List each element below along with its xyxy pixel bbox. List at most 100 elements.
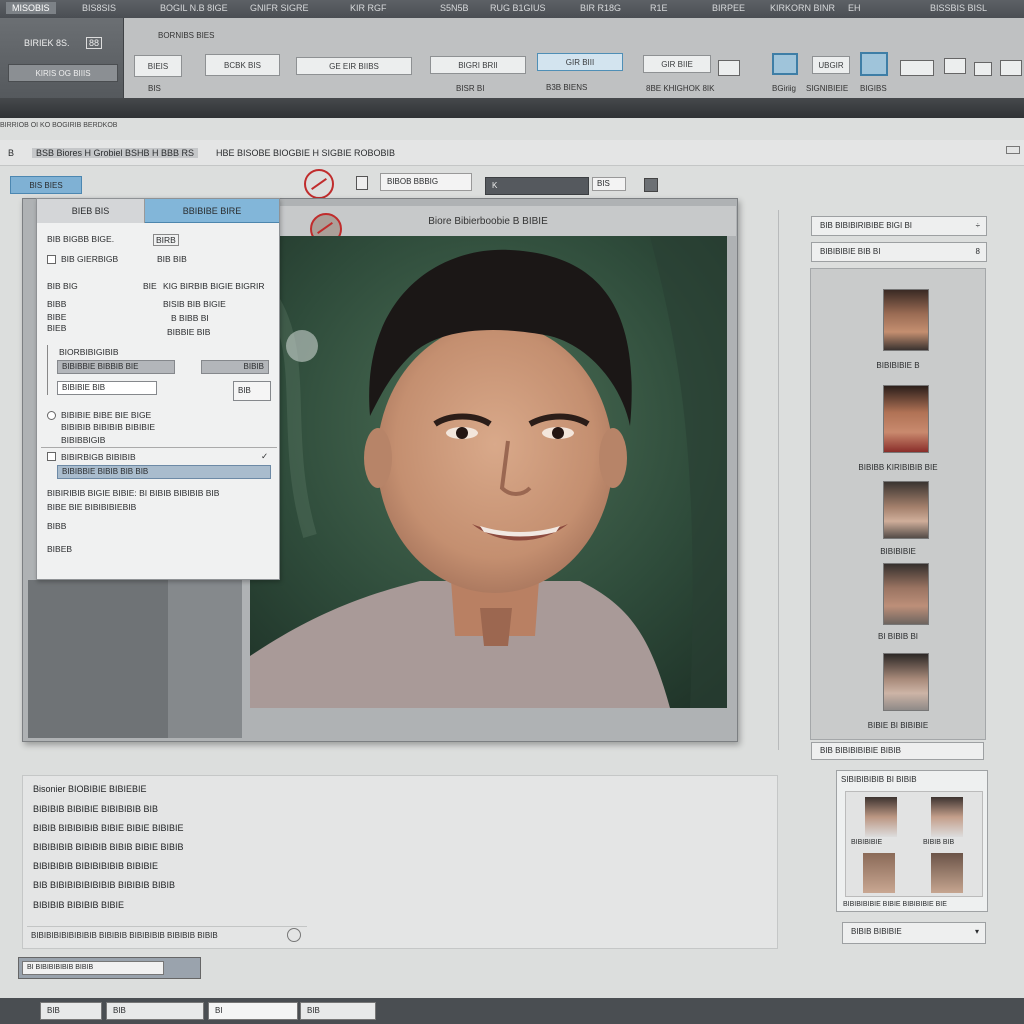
document-icon[interactable] [356, 176, 368, 190]
menu-item[interactable]: RUG B1GIUS [490, 3, 546, 13]
face-thumbnail[interactable] [931, 797, 963, 837]
setting-label: BIE [143, 281, 157, 291]
small-field[interactable]: BIS [592, 177, 626, 191]
setting-checkbox[interactable] [47, 255, 56, 264]
ribbon-app-button[interactable]: KIRIS OG BIIIS [8, 64, 118, 82]
thumbnail-image[interactable] [883, 563, 929, 625]
face-thumbnail[interactable] [863, 853, 895, 893]
setting-label: BIBIBIE BIBE BIE BIGE [61, 410, 152, 420]
face-thumbnail[interactable] [931, 853, 963, 893]
setting-value[interactable]: BIRB [153, 234, 179, 246]
tool-icon[interactable] [718, 60, 740, 76]
right-dropdown[interactable]: BIBIB BIBIBIE ▾ [842, 922, 986, 944]
no-symbol-icon[interactable] [304, 169, 334, 199]
setting-checkbox[interactable] [47, 452, 56, 461]
toggle-icon[interactable] [644, 178, 658, 192]
status-value: BIB [47, 1006, 60, 1015]
menu-icon[interactable] [1006, 146, 1020, 154]
tab-details[interactable]: BBIBIBE BIRE [145, 199, 279, 223]
thumbnail-image[interactable] [883, 289, 929, 351]
status-segment[interactable]: BIB [300, 1002, 376, 1020]
setting-dropdown[interactable]: BIB [233, 381, 271, 401]
ribbon-section-title: BORNIBS BIES [158, 31, 215, 40]
thumbnail-label: BIBIBB KIRIBIBIB BIE [858, 463, 938, 472]
bottom-button-frame: BI BIBIBIBIBIB BIBIB [18, 957, 201, 979]
path-text[interactable]: BSB Biores H Grobiel BSHB H BBB RS [32, 148, 199, 158]
status-segment[interactable]: BIB [40, 1002, 102, 1020]
grid-caption: BIBIBIBIBIE BIBIE BIBIBIBIE BIE [843, 901, 947, 908]
ribbon-button[interactable]: BIGRI BRII [430, 56, 526, 74]
image-tool-icon[interactable] [772, 53, 798, 75]
tool-icon[interactable] [944, 58, 966, 74]
setting-label: BIBB [47, 299, 67, 309]
menu-item[interactable]: KIR RGF [350, 3, 387, 13]
filter-input[interactable]: K [485, 177, 589, 195]
menu-item[interactable]: EH [848, 3, 861, 13]
image-tool-icon[interactable] [860, 52, 888, 76]
right-dropdown[interactable]: BIBIBIBIE BIB BI 8 [811, 242, 987, 262]
chevron-down-icon: ÷ [975, 221, 980, 230]
edit-icon[interactable] [287, 928, 301, 942]
settings-panel: BIEB BIS BBIBIBE BIRE BIB BIGBB BIGE. BI… [36, 198, 280, 580]
thumbnail-image[interactable] [883, 653, 929, 711]
chevron-down-icon[interactable]: ✓ [261, 451, 268, 462]
status-segment[interactable]: BIB [106, 1002, 204, 1020]
path-details: HBE BISOBE BIOGBIE H SIGBIE ROBOBIB [216, 148, 396, 158]
menu-item[interactable]: BOGIL N.B 8IGE [160, 3, 228, 13]
bottom-field[interactable]: BI BIBIBIBIBIB BIBIB [22, 961, 164, 975]
menu-item[interactable]: MISOBIS [6, 2, 56, 14]
right-dropdown[interactable]: BIB BIBIBIRIBIBE BIGI BI ÷ [811, 216, 987, 236]
ribbon-button-label: UBGIR [818, 60, 844, 70]
setting-field[interactable]: BIBIB [201, 360, 269, 374]
setting-radio[interactable] [47, 411, 56, 420]
menu-item[interactable]: S5N5B [440, 3, 469, 13]
ribbon-button-label: GIR BIIE [661, 59, 693, 69]
face-thumbnail[interactable] [865, 797, 897, 837]
menu-item[interactable]: KIRKORN BINR [770, 3, 835, 13]
thumbnail-image[interactable] [883, 385, 929, 453]
setting-field-value: BIBIBBIE BIBBIB BIE [62, 362, 139, 371]
status-bar: BIB BIB BI BIB [0, 998, 1024, 1024]
search-input[interactable]: BIBOB BBBIG [380, 173, 472, 191]
ribbon-button[interactable]: UBGIR [812, 56, 850, 74]
setting-value: BIBBIE BIB [167, 327, 211, 337]
setting-field[interactable]: BIBIBBIE BIBBIB BIE [57, 360, 175, 374]
status-value: BI [215, 1006, 223, 1015]
setting-value: KIG BIRBIB BIGIE BIGRIR [163, 281, 265, 291]
right-dropdown-value: BIBIBIBIE BIB BI [820, 247, 881, 256]
ribbon-button[interactable]: GE EIR BIIBS [296, 57, 412, 75]
ribbon-button[interactable]: BIEIS [134, 55, 182, 77]
face-label: BIBIB BIB [923, 839, 955, 846]
ribbon-caption: BISR BI [456, 84, 485, 93]
tab-general[interactable]: BIEB BIS [37, 199, 145, 223]
ribbon-button-active[interactable]: GIR BIII [537, 53, 623, 71]
tool-icon[interactable] [900, 60, 934, 76]
menu-item[interactable]: GNIFR SIGRE [250, 3, 309, 13]
setting-label: BIEB [47, 323, 67, 333]
tool-icon[interactable] [1000, 60, 1022, 76]
menu-item[interactable]: BIS8SIS [82, 3, 116, 13]
ribbon-button-label: BIEIS [147, 61, 169, 71]
menu-item[interactable]: R1E [650, 3, 668, 13]
metadata-panel: Bisonier BIOBIBIE BIBIEBIE BIBIBIB BIBIB… [22, 775, 778, 949]
ribbon-button[interactable]: GIR BIIE [643, 55, 711, 73]
metadata-footer[interactable]: BIBIBIBIBIBIBIBIB BIBIBIB BIBIBIBIB BIBI… [27, 926, 307, 946]
thumbnail-image[interactable] [883, 481, 929, 539]
ribbon-button-label: BIGRI BRII [458, 60, 498, 70]
setting-input[interactable]: BIBIBIE BIB [57, 381, 157, 395]
action-button[interactable]: BIS BIES [10, 176, 82, 194]
menu-item[interactable]: BISSBIS BISL [930, 3, 987, 13]
metadata-footer-text: BIBIBIBIBIBIBIBIB BIBIBIB BIBIBIBIB BIBI… [31, 931, 218, 940]
menu-item[interactable]: BIR R18G [580, 3, 621, 13]
setting-value: BIB BIB [157, 254, 187, 264]
ribbon-caption: BIGIBS [860, 84, 887, 93]
tool-icon[interactable] [974, 62, 992, 76]
status-segment[interactable]: BI [208, 1002, 298, 1020]
ribbon-button[interactable]: BCBK BIS [205, 54, 280, 76]
setting-field-selected[interactable]: BIBIBBIE BIBIB BIB BIB [57, 465, 271, 479]
ribbon-separator [0, 98, 1024, 118]
menu-item[interactable]: BIRPEE [712, 3, 745, 13]
setting-label: BIB BIGBB BIGE. [47, 234, 115, 244]
right-dropdown[interactable]: BIB BIBIBIBIBIE BIBIB [811, 742, 984, 760]
menu-bar: MISOBIS BIS8SIS BOGIL N.B 8IGE GNIFR SIG… [0, 0, 1024, 18]
